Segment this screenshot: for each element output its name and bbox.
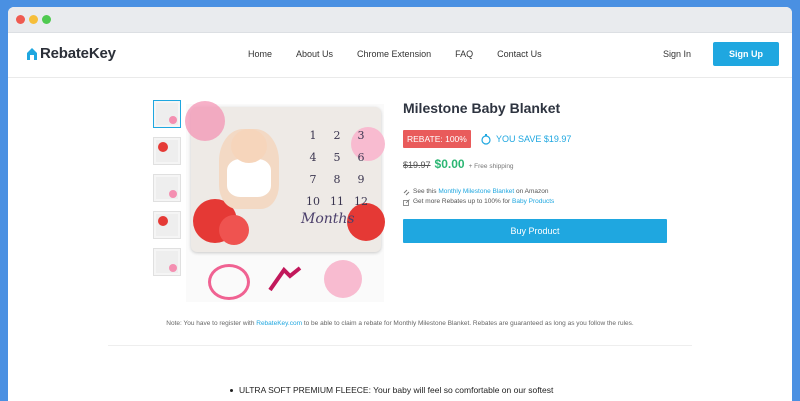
description-text: ULTRA SOFT PREMIUM FLEECE: Your baby wil… <box>239 385 554 395</box>
milestone-number: 8 <box>333 173 341 186</box>
buy-product-button[interactable]: Buy Product <box>403 219 667 243</box>
close-window-dot[interactable] <box>16 15 25 24</box>
logo-house-icon <box>27 47 37 60</box>
rebate-note: Note: You have to register with RebateKe… <box>8 320 792 327</box>
logo-text: RebateKey <box>40 45 116 62</box>
milestone-number: 12 <box>354 195 368 208</box>
nav-chrome-extension[interactable]: Chrome Extension <box>357 49 431 59</box>
milestone-number: 4 <box>309 151 317 164</box>
description-bullet: ULTRA SOFT PREMIUM FLEECE: Your baby wil… <box>230 385 553 395</box>
nav-faq[interactable]: FAQ <box>455 49 473 59</box>
baby-figure <box>219 129 279 209</box>
piggy-bank-icon <box>481 134 491 145</box>
external-link-icon <box>403 198 410 206</box>
milestone-number: 5 <box>333 151 341 164</box>
see-prefix: See this <box>413 188 437 195</box>
milestone-number: 3 <box>357 129 365 142</box>
rebatekey-link[interactable]: RebateKey.com <box>256 320 302 327</box>
thumbnail-5[interactable] <box>153 248 181 276</box>
you-save-label: YOU SAVE $19.97 <box>496 134 572 144</box>
sign-in-link[interactable]: Sign In <box>663 49 691 59</box>
logo[interactable]: RebateKey <box>26 45 116 62</box>
milestone-number: 11 <box>330 195 344 208</box>
months-script: Months <box>301 211 355 227</box>
pink-flower-accessory <box>324 260 362 298</box>
product-links: See this Monthly Milestone Blanket on Am… <box>403 187 554 207</box>
baby-products-link[interactable]: Baby Products <box>512 197 554 207</box>
browser-titlebar <box>8 7 792 33</box>
milestone-number: 7 <box>309 173 317 186</box>
old-price: $19.97 <box>403 160 431 170</box>
nav-about-us[interactable]: About Us <box>296 49 333 59</box>
thumbnail-2[interactable] <box>153 137 181 165</box>
product-title: Milestone Baby Blanket <box>403 100 561 116</box>
milestone-number: 9 <box>357 173 365 186</box>
sign-up-button[interactable]: Sign Up <box>713 42 779 66</box>
milestone-number: 1 <box>309 129 317 142</box>
browser-window: RebateKey Home About Us Chrome Extension… <box>8 7 792 401</box>
product-page: 1 2 34 5 67 8 910 11 12 Months Milestone Baby Bl… <box>8 78 792 401</box>
thumbnail-1[interactable] <box>153 100 181 128</box>
main-nav: Home About Us Chrome Extension FAQ Conta… <box>248 49 566 59</box>
section-divider <box>108 345 692 346</box>
milestone-number: 6 <box>357 151 365 164</box>
rebate-badge: REBATE: 100% <box>403 130 471 148</box>
you-save: YOU SAVE $19.97 <box>480 133 571 145</box>
thumbnail-3[interactable] <box>153 174 181 202</box>
price-row: $19.97 $0.00 + Free shipping <box>403 157 514 171</box>
nav-home[interactable]: Home <box>248 49 272 59</box>
minimize-window-dot[interactable] <box>29 15 38 24</box>
maximize-window-dot[interactable] <box>42 15 51 24</box>
nav-contact-us[interactable]: Contact Us <box>497 49 542 59</box>
link-icon <box>403 189 410 195</box>
thumbnail-4[interactable] <box>153 211 181 239</box>
see-suffix: on Amazon <box>516 188 549 195</box>
blanket-image: 1 2 34 5 67 8 910 11 12 Months <box>185 101 385 252</box>
note-prefix: Note: You have to register with <box>166 320 255 327</box>
ribbon-accessory <box>268 266 302 292</box>
amazon-product-link[interactable]: Monthly Milestone Blanket <box>438 187 514 197</box>
thumbnail-list <box>153 100 181 285</box>
new-price: $0.00 <box>434 157 465 171</box>
milestone-number: 2 <box>333 129 341 142</box>
more-prefix: Get more Rebates up to 100% for <box>413 198 511 205</box>
flower-crown-accessory <box>208 264 250 300</box>
product-main-image[interactable]: 1 2 34 5 67 8 910 11 12 Months <box>185 101 385 302</box>
milestone-number: 10 <box>306 195 320 208</box>
shipping-info: + Free shipping <box>468 163 514 170</box>
bullet-dot <box>230 388 233 392</box>
site-header: RebateKey Home About Us Chrome Extension… <box>8 33 792 78</box>
milestone-numbers: 1 2 34 5 67 8 910 11 12 <box>301 125 373 213</box>
note-suffix: to be able to claim a rebate for Monthly… <box>303 320 634 327</box>
